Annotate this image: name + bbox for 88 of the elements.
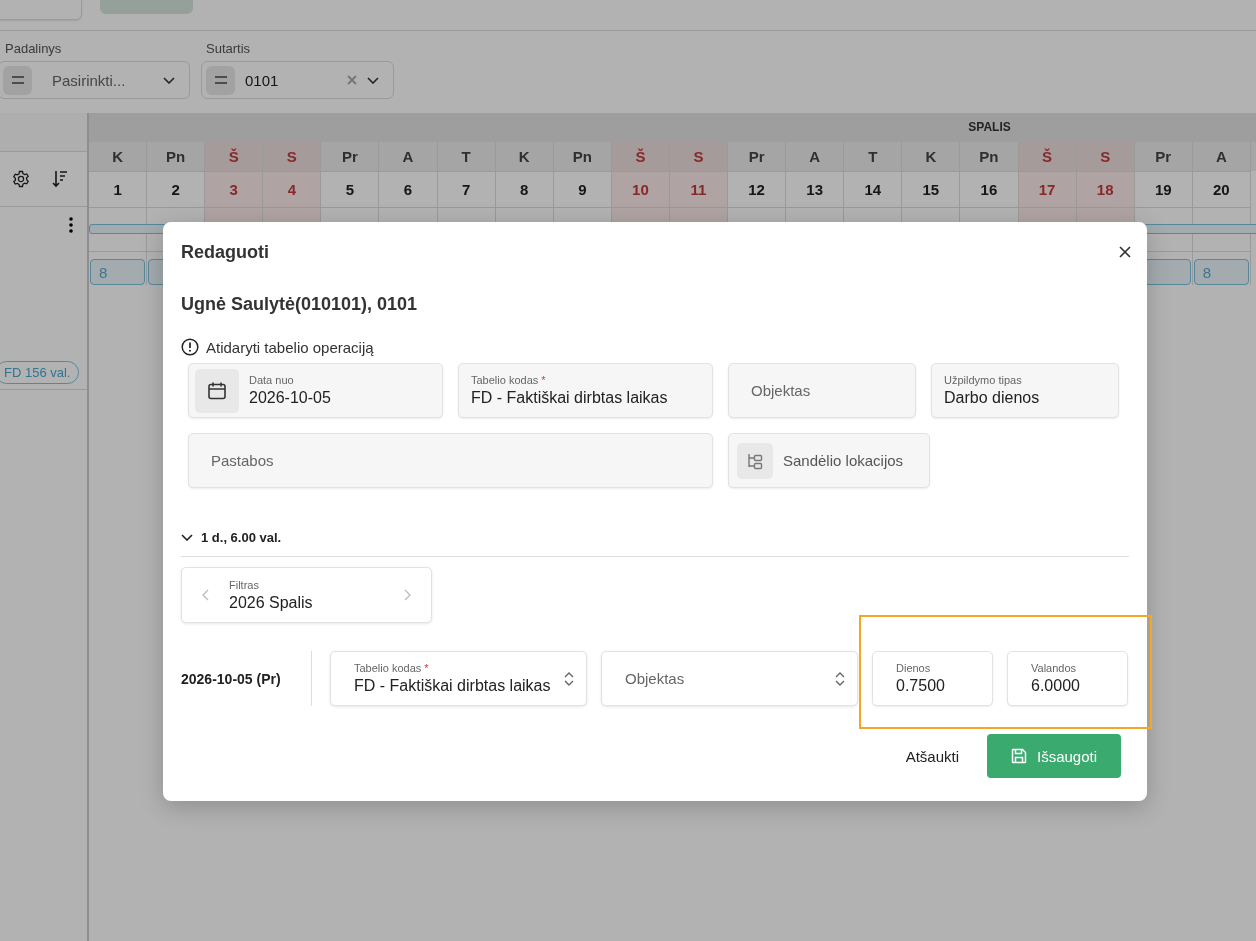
- close-icon: [1119, 246, 1131, 258]
- date-header: 6: [379, 171, 437, 208]
- settings-icon[interactable]: [12, 170, 30, 188]
- weekday-header: Pr: [321, 142, 379, 171]
- field-value: 0.7500: [896, 677, 945, 695]
- weekday-header: Pr: [728, 142, 786, 171]
- filter-label: Padalinys: [4, 41, 63, 56]
- weekday-header: S: [263, 142, 321, 171]
- date-header: 7: [437, 171, 495, 208]
- weekday-header: Š: [205, 142, 263, 171]
- date-header: 2: [147, 171, 205, 208]
- date-header: 19: [1134, 171, 1192, 208]
- hierarchy-icon: [746, 451, 764, 470]
- date-header: 15: [902, 171, 960, 208]
- weekday-header: A: [1192, 142, 1250, 171]
- weekday-header: S: [669, 142, 728, 171]
- notice-text: Atidaryti tabelio operaciją: [206, 338, 374, 356]
- weekday-header: Pn: [960, 142, 1018, 171]
- weekday-header: T: [437, 142, 495, 171]
- select-field[interactable]: Objektas: [601, 651, 858, 706]
- date-header: 3: [205, 171, 263, 208]
- date-header: 8: [495, 171, 553, 208]
- date-header: 5: [321, 171, 379, 208]
- field-label: Valandos: [1031, 662, 1078, 674]
- field-value: FD - Faktiškai dirbtas laikas: [354, 677, 552, 695]
- date-header: 20: [1192, 171, 1250, 208]
- weekday-header: T: [844, 142, 902, 171]
- filter-select[interactable]: 0101: [201, 61, 394, 99]
- field-label: Užpildymo tipas: [944, 374, 1023, 386]
- date-header: 14: [844, 171, 902, 208]
- field-value: 2026-10-05: [249, 389, 331, 407]
- select-field[interactable]: Tabelio kodas * FD - Faktiškai dirbtas laikas: [330, 651, 587, 706]
- weekday-header: K: [495, 142, 553, 171]
- date-header: 17: [1018, 171, 1076, 208]
- equals-icon: [11, 76, 24, 84]
- weekday-header: S: [1076, 142, 1134, 171]
- field-label: Dienos: [896, 662, 932, 674]
- field-value: FD - Faktiškai dirbtas laikas: [471, 389, 668, 407]
- weekday-header: Š: [611, 142, 669, 171]
- chevron-down-icon: [163, 76, 175, 84]
- field-value: 6.0000: [1031, 677, 1080, 695]
- chevron-down-icon: [367, 76, 379, 84]
- weekday-header: Š: [1018, 142, 1076, 171]
- notes-field[interactable]: Pastabos: [188, 433, 713, 488]
- date-header: 11: [669, 171, 728, 208]
- weekday-header: Pr: [1134, 142, 1192, 171]
- number-field[interactable]: Dienos 0.7500: [872, 651, 993, 706]
- number-field[interactable]: Valandos 6.0000: [1007, 651, 1128, 706]
- hours-badge: FD 156 val.: [0, 361, 80, 384]
- weekday-header: A: [379, 142, 437, 171]
- field-label: Tabelio kodas *: [471, 374, 547, 386]
- field-value: Darbo dienos: [944, 389, 1040, 407]
- select-field[interactable]: Užpildymo tipas Darbo dienos: [931, 363, 1119, 418]
- date-header: 18: [1076, 171, 1134, 208]
- date-header: 12: [728, 171, 786, 208]
- date-header: 4: [263, 171, 321, 208]
- date-header: 9: [553, 171, 611, 208]
- weekday-header: Pn: [553, 142, 611, 171]
- weekday-header: Pn: [147, 142, 205, 171]
- dialog-title: Redaguoti: [181, 241, 269, 263]
- up-down-chevron-icon: [835, 670, 845, 687]
- input-field[interactable]: Objektas: [728, 363, 916, 418]
- section-toggle[interactable]: 1 d., 6.00 val.: [181, 527, 1129, 547]
- calendar-icon: [207, 380, 227, 401]
- cancel-button[interactable]: Atšaukti: [905, 739, 959, 773]
- clear-icon[interactable]: [347, 75, 357, 85]
- filter-label: Sutartis: [205, 41, 252, 56]
- weekday-header: K: [89, 142, 147, 171]
- weekday-header: A: [786, 142, 844, 171]
- date-field[interactable]: Data nuo 2026-10-05: [188, 363, 443, 418]
- month-header: SPALIS: [89, 113, 1256, 142]
- field-label: Data nuo: [249, 374, 295, 386]
- date-header: 13: [786, 171, 844, 208]
- filter-select[interactable]: Pasirinkti...: [0, 61, 190, 99]
- exclamation-circle-icon: [181, 338, 199, 356]
- field-label: Tabelio kodas *: [354, 662, 430, 674]
- date-header: 1: [89, 171, 147, 208]
- weekday-header: K: [902, 142, 960, 171]
- select-field[interactable]: Tabelio kodas * FD - Faktiškai dirbtas laikas: [458, 363, 713, 418]
- more-icon[interactable]: [69, 217, 73, 233]
- equals-icon: [214, 76, 227, 84]
- sort-icon[interactable]: [52, 170, 68, 188]
- date-header: 16: [960, 171, 1018, 208]
- employee-title: Ugnė Saulytė(010101), 0101: [181, 293, 419, 315]
- up-down-chevron-icon: [564, 670, 574, 687]
- entry-date: 2026-10-05 (Pr): [181, 670, 282, 687]
- date-header: 10: [611, 171, 669, 208]
- location-button[interactable]: Sandėlio lokacijos: [728, 433, 930, 488]
